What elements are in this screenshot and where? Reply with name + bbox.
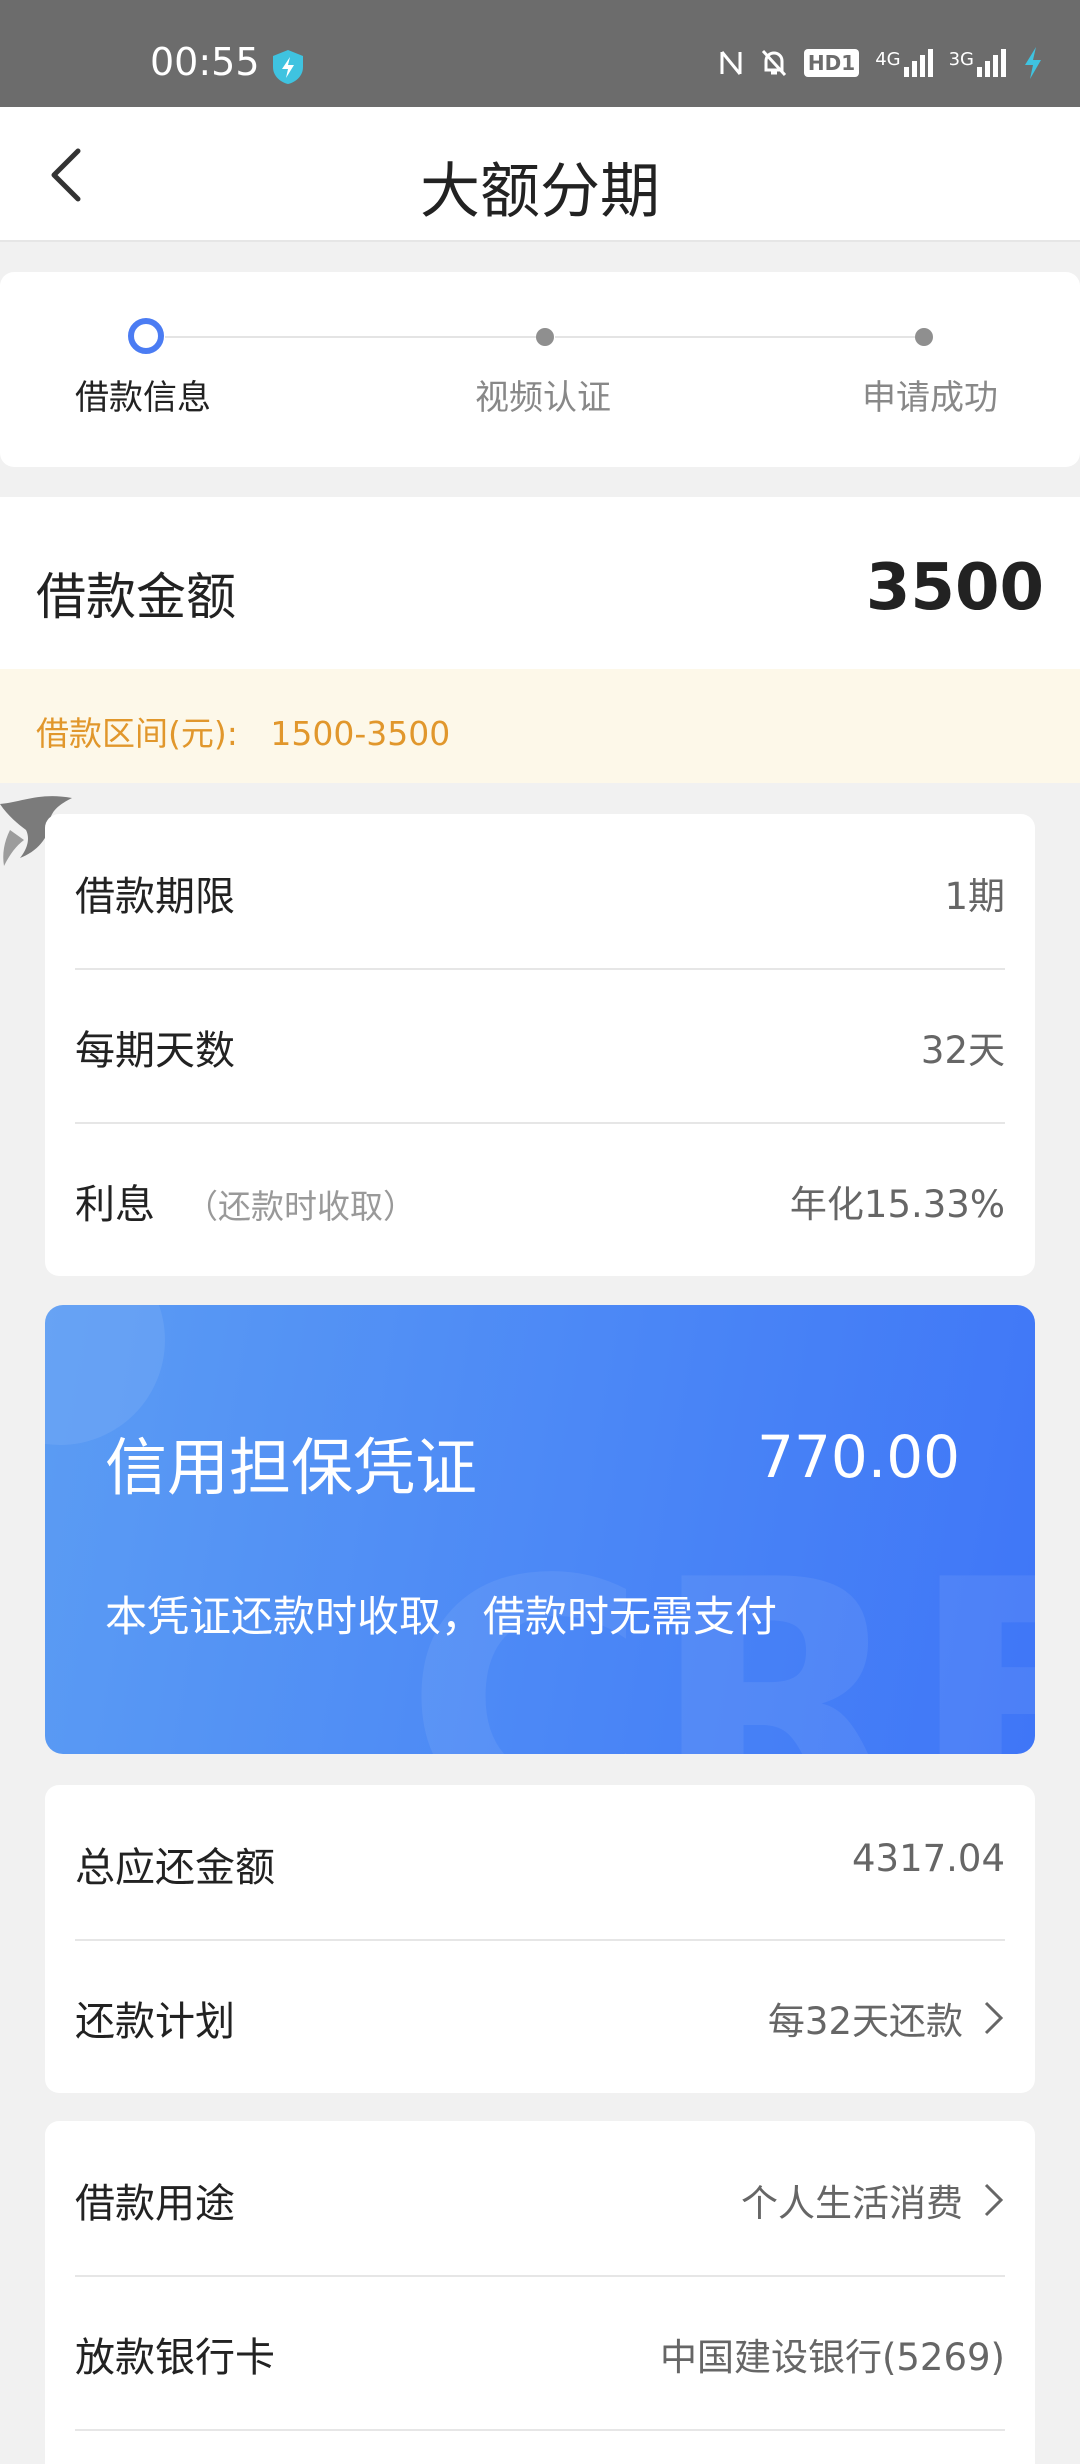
page-title: 大额分期 (420, 157, 660, 227)
loan-range-banner: 借款区间(元): 1500-3500 (0, 669, 1080, 783)
loan-amount-label: 借款金额 (36, 568, 236, 626)
bank-card-value: 中国建设银行(5269) (660, 2327, 1005, 2381)
loan-term-label: 借款期限 (75, 874, 235, 920)
total-repayment-text: 4317.04 (851, 1837, 1005, 1880)
loan-term-row[interactable]: 借款期限 1期 (45, 814, 1035, 968)
loan-purpose-label: 借款用途 (75, 2181, 235, 2227)
step-connector (165, 336, 540, 338)
total-repayment-label: 总应还金额 (75, 1845, 275, 1891)
hd-icon: HD1 (803, 49, 860, 77)
interest-row: 利息 （还款时收取） 年化15.33% (45, 1122, 1035, 1276)
interest-note: （还款时收取） (185, 1187, 416, 1226)
repayment-card: 总应还金额 4317.04 还款计划 每32天还款 (45, 1785, 1035, 2093)
interest-label-text: 利息 (75, 1182, 155, 1228)
bank-card-row[interactable]: 放款银行卡 中国建设银行(5269) (45, 2275, 1035, 2429)
loan-purpose-value[interactable]: 个人生活消费 (741, 2173, 1005, 2227)
step-success: 申请成功 (862, 378, 998, 418)
interest-label: 利息 （还款时收取） (75, 1172, 416, 1230)
signal-4g-icon: 4G (875, 49, 933, 77)
signal-4g-label: 4G (875, 49, 901, 70)
step-video-verify: 视频认证 (475, 378, 611, 418)
days-per-term-row: 每期天数 32天 (45, 968, 1035, 1122)
days-per-term-value: 32天 (921, 1020, 1005, 1074)
chevron-right-icon (984, 2001, 1004, 2035)
total-repayment-value: 4317.04 (852, 1837, 1005, 1880)
step-dot (536, 328, 554, 346)
charging-icon (1025, 47, 1041, 79)
bank-card-text: 中国建设银行(5269) (659, 2336, 1005, 2379)
nfc-icon (720, 51, 742, 75)
days-per-term-text: 32天 (920, 1029, 1005, 1072)
credit-guarantee-note: 本凭证还款时收取，借款时无需支付 (105, 1592, 778, 1641)
status-time: 00:55 (150, 40, 260, 84)
loan-range-value: 1500-3500 (270, 714, 451, 753)
mute-icon (761, 49, 787, 77)
nav-bar: 大额分期 (0, 107, 1080, 242)
credit-guarantee-title: 信用担保凭证 (105, 1431, 478, 1504)
total-repayment-row: 总应还金额 4317.04 (45, 1785, 1035, 1939)
loan-terms-card: 借款期限 1期 每期天数 32天 利息 （还款时收取） 年化15.33% (45, 814, 1035, 1276)
step-loan-info: 借款信息 (75, 378, 211, 418)
purpose-card: 借款用途 个人生活消费 放款银行卡 中国建设银行(5269) (45, 2121, 1035, 2464)
bank-card-label: 放款银行卡 (75, 2335, 275, 2381)
loan-range-text: 借款区间(元): 1500-3500 (36, 707, 450, 755)
repayment-plan-label: 还款计划 (75, 1999, 235, 2045)
step-connector (555, 336, 915, 338)
status-bar: 00:55 HD1 4G 3G (0, 0, 1080, 107)
credit-guarantee-card: CRE 信用担保凭证 770.00 本凭证还款时收取，借款时无需支付 (45, 1305, 1035, 1754)
loan-amount-value[interactable]: 3500 (866, 551, 1044, 625)
days-per-term-label: 每期天数 (75, 1028, 235, 1074)
next-row (45, 2429, 1035, 2464)
signal-3g-icon: 3G (949, 49, 1006, 77)
loan-term-text: 1期 (944, 875, 1005, 918)
loan-term-value: 1期 (944, 866, 1005, 920)
progress-stepper: 借款信息 视频认证 申请成功 (0, 272, 1080, 467)
repayment-plan-value[interactable]: 每32天还款 (768, 1991, 1005, 2045)
status-icons: HD1 4G 3G (718, 46, 1044, 80)
repayment-plan-row[interactable]: 还款计划 每32天还款 (45, 1939, 1035, 2093)
repayment-plan-text: 每32天还款 (767, 2000, 963, 2043)
credit-guarantee-amount: 770.00 (757, 1423, 960, 1491)
loan-purpose-text: 个人生活消费 (741, 2182, 963, 2225)
signal-3g-label: 3G (948, 49, 974, 70)
loan-range-label: 借款区间(元): (36, 714, 238, 753)
interest-rate-text: 年化15.33% (789, 1183, 1005, 1226)
step-dot (915, 328, 933, 346)
chevron-right-icon (984, 2183, 1004, 2217)
loan-purpose-row[interactable]: 借款用途 个人生活消费 (45, 2121, 1035, 2275)
shield-icon (273, 50, 303, 84)
step-dot-active (128, 318, 164, 354)
loan-amount-row[interactable]: 借款金额 3500 (0, 497, 1080, 669)
interest-value: 年化15.33% (790, 1174, 1005, 1228)
